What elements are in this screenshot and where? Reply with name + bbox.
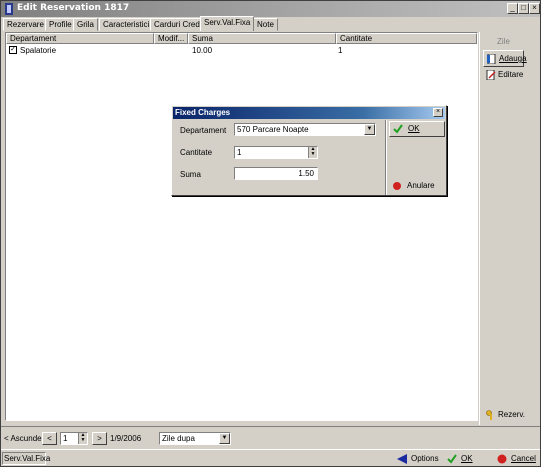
next-button[interactable]: >	[92, 432, 107, 445]
key-icon	[486, 410, 492, 420]
window-title: Edit Reservation 1817	[17, 3, 130, 13]
status-bar: Serv.Val.Fixa Options OK Cancel	[1, 449, 540, 466]
cancel-label: Cancel	[511, 454, 536, 463]
dialog-title: Fixed Charges	[175, 108, 231, 117]
column-header-cantitate[interactable]: Cantitate	[336, 33, 477, 44]
close-button[interactable]: ×	[529, 3, 540, 14]
dialog-separator	[385, 120, 387, 195]
tab-grila[interactable]: Grila	[73, 18, 98, 31]
back-arrow-icon	[397, 454, 407, 464]
rezerv-label: Rezerv.	[498, 410, 525, 419]
dialog-ok-label: OK	[408, 124, 420, 133]
tab-serv-val-fixa[interactable]: Serv.Val.Fixa	[200, 16, 255, 31]
table-row[interactable]: ✓ Spalatorie 10.00 1	[6, 45, 477, 56]
date-label: 1/9/2006	[110, 434, 142, 443]
tab-profile[interactable]: Profile	[45, 18, 76, 31]
right-action-panel: Zile Adauga Editare Rezerv.	[479, 32, 539, 425]
prev-button[interactable]: <	[42, 432, 57, 445]
maximize-button[interactable]: □	[518, 3, 529, 14]
adauga-button[interactable]: Adauga	[483, 50, 527, 67]
dialog-anulare-button[interactable]: Anulare	[389, 179, 445, 195]
cell-cantitate: 1	[338, 46, 343, 55]
cantitate-label: Cantitate	[180, 148, 213, 157]
cancel-circle-icon	[497, 454, 507, 464]
tab-rezervare[interactable]: Rezervare	[3, 18, 48, 31]
options-label: Options	[411, 454, 439, 463]
dialog-close-icon[interactable]: ×	[433, 108, 443, 117]
dialog-anulare-label: Anulare	[407, 181, 435, 190]
row-checkbox[interactable]: ✓	[9, 46, 17, 54]
edit-document-icon	[486, 70, 496, 80]
editare-button[interactable]: Editare	[483, 67, 524, 84]
dialog-ok-button[interactable]: OK	[389, 121, 445, 137]
options-button[interactable]: Options	[397, 453, 439, 465]
tab-caracteristici[interactable]: Caracteristici	[99, 18, 154, 31]
navigation-bar: < Ascunde < 1 ▲ ▼ > 1/9/2006 Zile dupa ▼	[1, 426, 540, 448]
cell-departament: Spalatorie	[20, 46, 57, 55]
adauga-label: Adauga	[499, 54, 527, 63]
checkmark-icon	[393, 124, 403, 134]
count-value: 1	[63, 434, 68, 443]
rezerv-button[interactable]: Rezerv.	[483, 407, 525, 424]
column-header-departament[interactable]: Departament	[6, 33, 154, 44]
departament-label: Departament	[180, 126, 227, 135]
add-document-icon	[487, 54, 496, 64]
zile-button[interactable]: Zile	[483, 34, 524, 51]
suma-input[interactable]: 1.50	[234, 167, 318, 180]
column-header-modif[interactable]: Modif...	[154, 33, 188, 44]
spin-arrows-icon[interactable]: ▲ ▼	[78, 433, 87, 444]
fixed-charges-grid[interactable]: Departament Modif... Suma Cantitate ✓ Sp…	[5, 32, 478, 421]
spin-arrows-icon[interactable]: ▲ ▼	[308, 147, 317, 158]
cell-suma: 10.00	[192, 46, 213, 55]
reservation-window: Edit Reservation 1817 _ □ × Rezervare Pr…	[0, 0, 541, 467]
departament-select[interactable]: 570 Parcare Noapte ▼	[234, 123, 376, 136]
suma-label: Suma	[180, 170, 201, 179]
app-icon	[5, 3, 13, 15]
title-bar[interactable]: Edit Reservation 1817 _ □ ×	[1, 1, 540, 17]
mode-select[interactable]: Zile dupa ▼	[159, 432, 231, 445]
dialog-title-bar[interactable]: Fixed Charges ×	[173, 107, 445, 119]
departament-value: 570 Parcare Noapte	[237, 125, 309, 134]
cancel-button[interactable]: Cancel	[497, 453, 536, 465]
minimize-button[interactable]: _	[507, 3, 518, 14]
status-section: Serv.Val.Fixa	[2, 452, 51, 465]
mode-value: Zile dupa	[162, 434, 195, 443]
ok-label: OK	[461, 454, 473, 463]
fixed-charges-dialog: Fixed Charges × Departament 570 Parcare …	[171, 105, 447, 196]
ok-button[interactable]: OK	[447, 453, 473, 465]
grid-header: Departament Modif... Suma Cantitate	[6, 33, 477, 44]
checkmark-icon	[447, 454, 457, 464]
dropdown-arrow-icon[interactable]: ▼	[364, 124, 375, 135]
dropdown-arrow-icon[interactable]: ▼	[219, 433, 230, 444]
ascunde-button[interactable]: < Ascunde	[4, 432, 42, 445]
count-stepper[interactable]: 1 ▲ ▼	[60, 432, 88, 445]
cancel-circle-icon	[393, 182, 401, 190]
editare-label: Editare	[498, 70, 524, 79]
tab-note[interactable]: Note	[253, 18, 278, 31]
cantitate-value: 1	[237, 148, 242, 157]
column-header-suma[interactable]: Suma	[188, 33, 336, 44]
cantitate-stepper[interactable]: 1 ▲ ▼	[234, 146, 318, 159]
